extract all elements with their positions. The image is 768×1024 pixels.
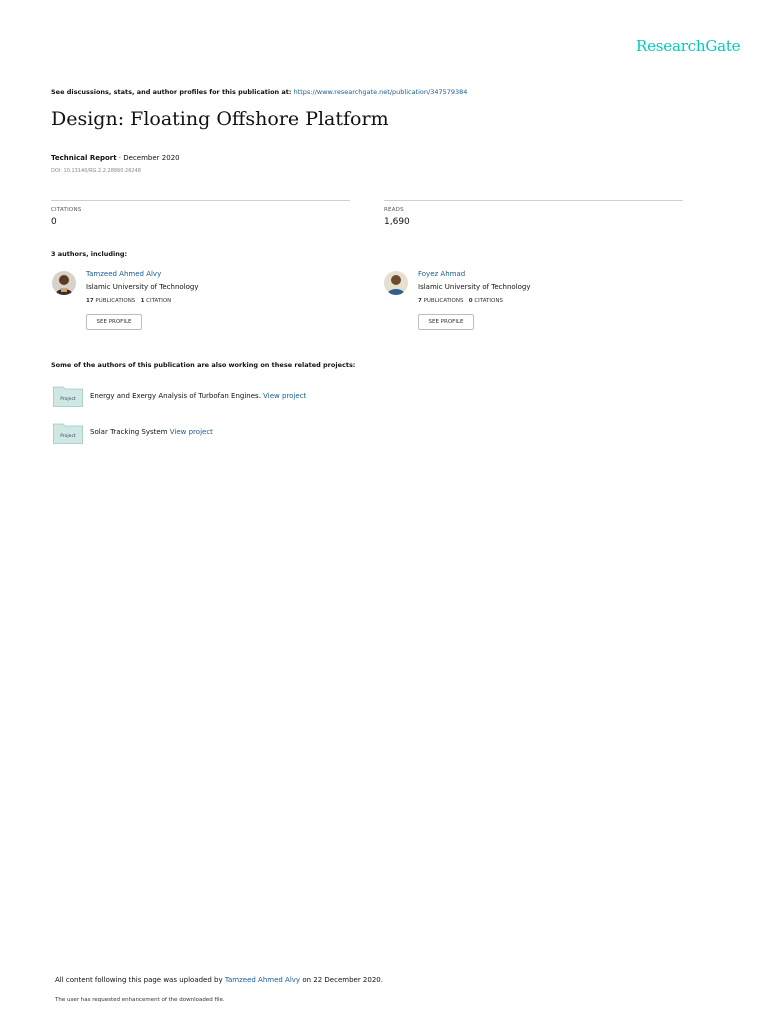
folder-icon: Project: [53, 422, 83, 444]
citations-count-label: CITATIONS: [474, 298, 503, 304]
author-avatar[interactable]: [384, 271, 408, 295]
citations-count: 0: [468, 298, 473, 304]
publication-title: Design: Floating Offshore Platform: [51, 108, 389, 130]
authors-heading: 3 authors, including:: [51, 250, 128, 258]
publication-url-link[interactable]: https://www.researchgate.net/publication…: [294, 88, 468, 96]
project-title: Solar Tracking System: [90, 428, 168, 436]
reads-value: 1,690: [384, 217, 410, 227]
upload-suffix: on 22 December 2020.: [302, 976, 383, 984]
project-icon-label: Project: [60, 396, 76, 402]
view-project-link[interactable]: View project: [263, 392, 306, 400]
author-stats: 7 PUBLICATIONS 0 CITATIONS: [418, 298, 503, 304]
publications-label: PUBLICATIONS: [95, 298, 136, 304]
reads-divider: [384, 200, 683, 201]
project-row: Energy and Exergy Analysis of Turbofan E…: [90, 392, 306, 400]
discussion-line: See discussions, stats, and author profi…: [51, 88, 467, 96]
enhancement-note: The user has requested enhancement of th…: [55, 997, 225, 1003]
author-avatar[interactable]: [52, 271, 76, 295]
author-name-link[interactable]: Foyez Ahmad: [418, 270, 465, 278]
publications-count: 17: [86, 298, 94, 304]
publication-meta: Technical Report · December 2020: [51, 154, 180, 162]
view-project-link[interactable]: View project: [170, 428, 213, 436]
upload-prefix: All content following this page was uplo…: [55, 976, 223, 984]
citations-divider: [51, 200, 350, 201]
citations-label: CITATIONS: [51, 207, 82, 213]
reads-label: READS: [384, 207, 404, 213]
author-institution: Islamic University of Technology: [418, 283, 531, 291]
person-icon: [384, 271, 408, 295]
project-icon-label: Project: [60, 433, 76, 439]
folder-icon: Project: [53, 385, 83, 407]
publications-count: 7: [418, 298, 422, 304]
project-title: Energy and Exergy Analysis of Turbofan E…: [90, 392, 261, 400]
citations-value: 0: [51, 217, 57, 227]
publication-type: Technical Report: [51, 154, 117, 162]
person-icon: [52, 271, 76, 295]
author-name-link[interactable]: Tamzeed Ahmed Alvy: [86, 270, 161, 278]
project-row: Solar Tracking System View project: [90, 428, 213, 436]
uploader-link[interactable]: Tamzeed Ahmed Alvy: [225, 976, 300, 984]
author-stats: 17 PUBLICATIONS 1 CITATION: [86, 298, 171, 304]
publication-date: December 2020: [123, 154, 180, 162]
author-institution: Islamic University of Technology: [86, 283, 199, 291]
projects-heading: Some of the authors of this publication …: [51, 361, 356, 369]
publication-doi: DOI: 10.13140/RG.2.2.28860.26248: [51, 168, 141, 174]
researchgate-logo[interactable]: ResearchGate: [636, 37, 741, 55]
upload-notice: All content following this page was uplo…: [55, 976, 383, 984]
citations-count: 1: [140, 298, 145, 304]
see-profile-button[interactable]: SEE PROFILE: [418, 314, 474, 330]
discussion-text: See discussions, stats, and author profi…: [51, 88, 292, 96]
publications-label: PUBLICATIONS: [423, 298, 464, 304]
citations-count-label: CITATION: [146, 298, 172, 304]
see-profile-button[interactable]: SEE PROFILE: [86, 314, 142, 330]
